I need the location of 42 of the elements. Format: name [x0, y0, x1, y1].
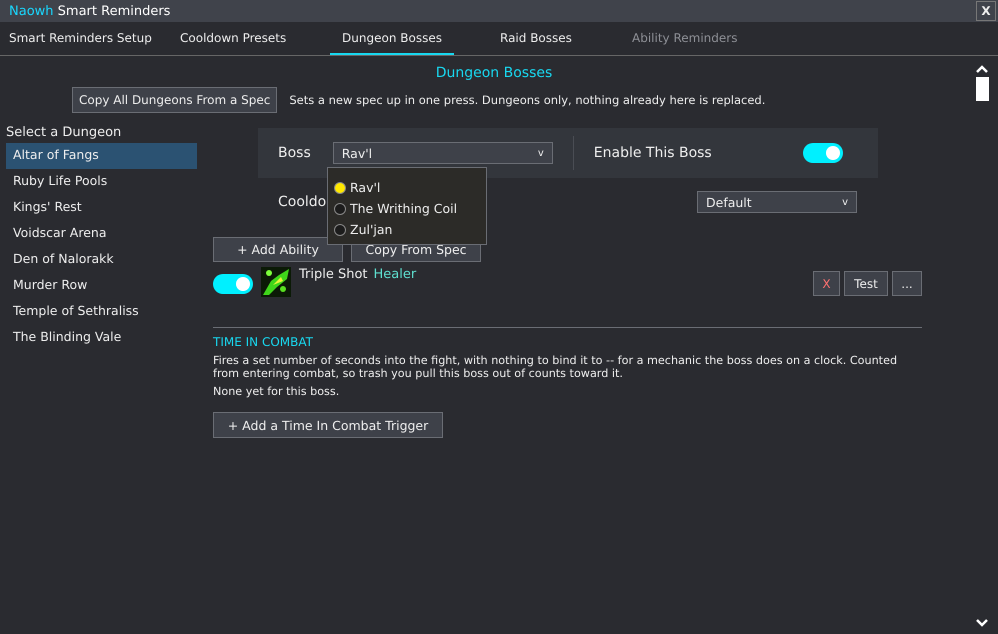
add-trigger-button[interactable]: + Add a Time In Combat Trigger — [213, 412, 443, 438]
tab[interactable]: Cooldown Presets — [174, 22, 324, 55]
hint-text: Sets a new spec up in one press. Dungeons only, nothing already here is replaced. — [289, 93, 766, 107]
ability-action-button[interactable]: Test — [844, 271, 888, 296]
section-title: TIME IN COMBAT — [213, 335, 314, 349]
window-title: Naowh Smart Reminders — [9, 4, 170, 18]
action-button[interactable]: + Add Ability — [213, 237, 343, 262]
page-heading: Dungeon Bosses — [434, 64, 554, 83]
ability-action-button[interactable]: ... — [892, 271, 922, 296]
boss-dropdown[interactable]: Rav'l v — [332, 142, 553, 164]
dungeon-item[interactable]: Kings' Rest — [6, 195, 197, 221]
section-description: Fires a set number of seconds into the fight, with nothing to bind it to -- for a mechanic the boss does on a clock. Counted from entering combat, so trash you pull this boss out of counts toward it. — [213, 354, 898, 380]
ability-toggle[interactable] — [213, 274, 253, 294]
dungeon-item[interactable]: Altar of Fangs — [6, 143, 197, 169]
cooldown-label: Cooldo — [278, 194, 326, 210]
sidebar-heading: Select a Dungeon — [6, 124, 122, 142]
boss-label: Boss — [278, 145, 311, 161]
tab[interactable]: Smart Reminders Setup — [3, 22, 167, 55]
ability-name: Triple Shot — [299, 267, 368, 282]
enable-toggle[interactable] — [802, 143, 843, 163]
preset-dropdown[interactable]: Default v — [697, 191, 857, 213]
tab[interactable]: Raid Bosses — [494, 22, 622, 55]
splash-icon — [261, 267, 291, 297]
dungeon-item[interactable]: Den of Nalorakk — [6, 247, 197, 273]
scroll-thumb[interactable] — [976, 77, 988, 101]
boss-option[interactable]: Rav'l — [334, 177, 486, 198]
boss-option[interactable]: The Writhing Coil — [334, 198, 486, 219]
role-label: Healer — [374, 267, 416, 282]
tab[interactable]: Dungeon Bosses — [330, 22, 454, 55]
scroll-down-icon[interactable] — [975, 618, 989, 628]
dungeon-item[interactable]: The Blinding Vale — [6, 325, 197, 351]
dungeon-item[interactable]: Voidscar Arena — [6, 221, 197, 247]
empty-text: None yet for this boss. — [213, 385, 340, 398]
scroll-up-icon[interactable] — [975, 64, 989, 74]
dungeon-item[interactable]: Ruby Life Pools — [6, 169, 197, 195]
ability-action-button[interactable]: X — [813, 271, 840, 296]
copy-all-button[interactable]: Copy All Dungeons From a Spec — [72, 87, 278, 113]
dungeon-item[interactable]: Murder Row — [6, 273, 197, 299]
enable-label: Enable This Boss — [594, 145, 713, 161]
boss-option[interactable]: Zul'jan — [334, 219, 486, 240]
dungeon-item[interactable]: Temple of Sethraliss — [6, 299, 197, 325]
close-button[interactable]: X — [976, 1, 996, 21]
